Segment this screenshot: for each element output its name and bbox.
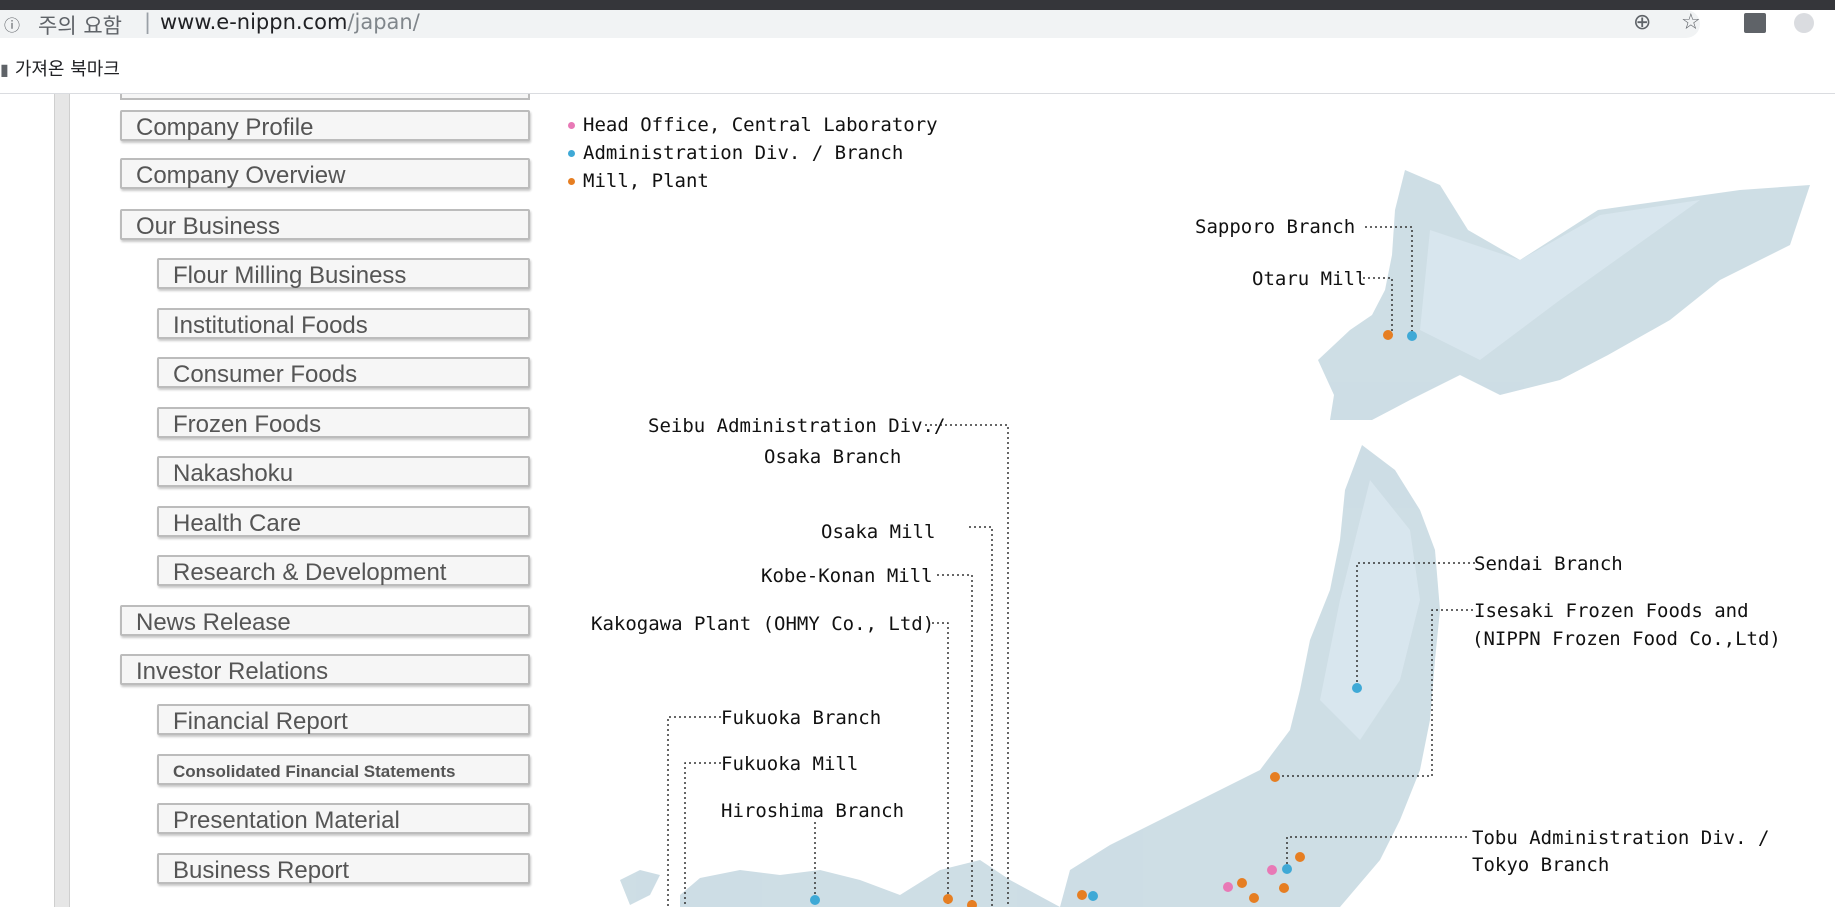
pink-dot-icon [568,122,575,129]
label-tokyo-branch[interactable]: Tokyo Branch [1472,852,1609,878]
bookmark-folder[interactable]: ▮ 가져온 북마크 [0,55,120,81]
nav-research-development[interactable]: Research & Development [157,555,530,586]
label-fukuoka-branch[interactable]: Fukuoka Branch [721,705,881,731]
info-icon[interactable]: ⓘ [4,12,22,35]
nav-business-report[interactable]: Business Report [157,853,530,884]
label-kakogawa-plant[interactable]: Kakogawa Plant (OHMY Co., Ltd) [591,611,934,637]
legend-item-mill: Mill, Plant [568,167,938,195]
url-separator: | [144,10,152,34]
label-kobe-konan-mill[interactable]: Kobe-Konan Mill [761,563,933,589]
bookmark-folder-label: 가져온 북마크 [14,59,120,80]
extension-icon[interactable] [1744,13,1766,33]
nav-consolidated-statements[interactable]: Consolidated Financial Statements [157,754,530,785]
nav-news-release[interactable]: News Release [120,605,530,636]
nav-nakashoku[interactable]: Nakashoku [157,456,530,487]
address-bar[interactable]: ⓘ 주의 요함 | www.e-nippn.com/japan/ ⊕ ☆ [0,10,1835,43]
orange-dot-icon [568,178,575,185]
label-fukuoka-mill[interactable]: Fukuoka Mill [721,751,858,777]
zoom-icon[interactable]: ⊕ [1633,10,1651,35]
left-scroll-bar [54,94,70,907]
nav-flour-milling[interactable]: Flour Milling Business [157,258,530,289]
security-status[interactable]: 주의 요함 [38,10,122,40]
nav-investor-relations[interactable]: Investor Relations [120,654,530,685]
nav-company-profile[interactable]: Company Profile [120,110,530,141]
bookmarks-bar: ▮ 가져온 북마크 [0,43,1835,94]
omnibox[interactable]: ⓘ 주의 요함 | www.e-nippn.com/japan/ [0,10,1700,38]
url-path: /japan/ [347,10,420,34]
label-sapporo-branch[interactable]: Sapporo Branch [1195,214,1355,240]
legend-label: Administration Div. / Branch [583,142,904,164]
blue-dot-icon [568,150,575,157]
profile-icon[interactable] [1794,13,1814,33]
nav-presentation-material[interactable]: Presentation Material [157,803,530,834]
label-nippn-frozen[interactable]: (NIPPN Frozen Food Co.,Ltd) [1472,626,1781,652]
label-hiroshima-branch[interactable]: Hiroshima Branch [721,798,904,824]
nav-our-business[interactable]: Our Business [120,209,530,240]
legend-item-branch: Administration Div. / Branch [568,139,938,167]
url-host: www.e-nippn.com [160,10,348,34]
url-text[interactable]: www.e-nippn.com/japan/ [160,10,420,34]
legend-item-head-office: Head Office, Central Laboratory [568,111,938,139]
nav-financial-report[interactable]: Financial Report [157,704,530,735]
folder-icon: ▮ [0,60,9,79]
label-osaka-mill[interactable]: Osaka Mill [821,519,935,545]
nav-company-overview[interactable]: Company Overview [120,158,530,189]
label-osaka-branch[interactable]: Osaka Branch [764,444,901,470]
nav-institutional-foods[interactable]: Institutional Foods [157,308,530,339]
map-legend: Head Office, Central Laboratory Administ… [568,111,938,195]
nav-consumer-foods[interactable]: Consumer Foods [157,357,530,388]
legend-label: Head Office, Central Laboratory [583,114,938,136]
label-sendai-branch[interactable]: Sendai Branch [1474,551,1623,577]
label-otaru-mill[interactable]: Otaru Mill [1252,266,1366,292]
label-tobu-admin[interactable]: Tobu Administration Div. / [1472,825,1769,851]
label-seibu-admin[interactable]: Seibu Administration Div./ [648,413,945,439]
nav-frozen-foods[interactable]: Frozen Foods [157,407,530,438]
label-isesaki-frozen[interactable]: Isesaki Frozen Foods and [1474,598,1749,624]
nav-button-partial [120,94,530,100]
star-icon[interactable]: ☆ [1681,10,1701,35]
browser-tab-strip [0,0,1835,10]
legend-label: Mill, Plant [583,170,709,192]
nav-health-care[interactable]: Health Care [157,506,530,537]
